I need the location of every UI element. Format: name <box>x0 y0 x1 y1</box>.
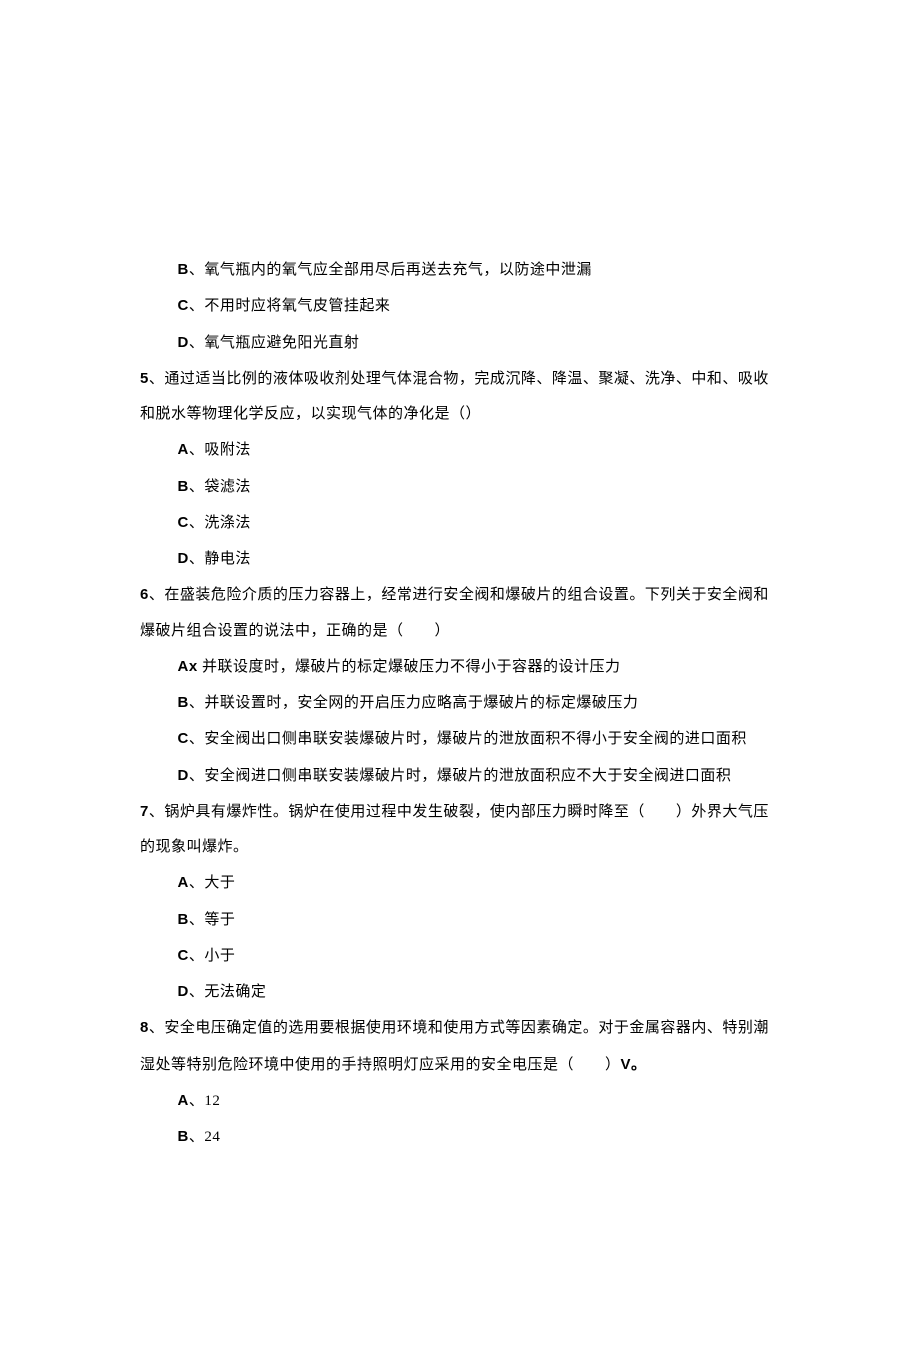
q8-option-b: B、24 <box>140 1119 780 1155</box>
option-text: 、静电法 <box>189 551 251 567</box>
option-text: 、无法确定 <box>189 984 267 1000</box>
option-text: 、洗涤法 <box>189 515 251 531</box>
q4-option-b: B、氧气瓶内的氧气应全部用尽后再送去充气，以防途中泄漏 <box>140 252 780 288</box>
q6-option-d: D、安全阀进口侧串联安装爆破片时，爆破片的泄放面积应不大于安全阀进口面积 <box>140 758 780 794</box>
option-letter: A <box>178 441 189 458</box>
option-letter: D <box>178 767 189 784</box>
q7-option-a: A、大于 <box>140 865 780 901</box>
question-text: 、在盛装危险介质的压力容器上，经常进行安全阀和爆破片的组合设置。下列关于安全阀和… <box>140 587 769 638</box>
q5-option-a: A、吸附法 <box>140 432 780 468</box>
option-letter: D <box>178 550 189 567</box>
option-text: 、小于 <box>189 948 236 964</box>
question-text: 、通过适当比例的液体吸收剂处理气体混合物，完成沉降、降温、聚凝、洗净、中和、吸收… <box>140 371 769 422</box>
option-text: 、24 <box>189 1129 221 1145</box>
question-text: 、锅炉具有爆炸性。锅炉在使用过程中发生破裂，使内部压力瞬时降至（ ）外界大气压的… <box>140 804 769 855</box>
q6-option-c: C、安全阀出口侧串联安装爆破片时，爆破片的泄放面积不得小于安全阀的进口面积 <box>140 721 780 757</box>
option-letter: C <box>178 730 189 747</box>
option-letter: D <box>178 983 189 1000</box>
option-text: 、氧气瓶应避免阳光直射 <box>189 335 360 351</box>
option-letter: Ax <box>178 658 198 675</box>
option-letter: B <box>178 261 189 278</box>
q8-option-a: A、12 <box>140 1083 780 1119</box>
q7-option-d: D、无法确定 <box>140 974 780 1010</box>
option-letter: C <box>178 514 189 531</box>
option-text: 、12 <box>189 1093 221 1109</box>
q6-option-a: Ax 并联设度时，爆破片的标定爆破压力不得小于容器的设计压力 <box>140 649 780 685</box>
option-text: 、氧气瓶内的氧气应全部用尽后再送去充气，以防途中泄漏 <box>189 262 592 278</box>
question-number: 7 <box>140 803 149 820</box>
option-letter: D <box>178 334 189 351</box>
q5-option-c: C、洗涤法 <box>140 505 780 541</box>
option-text: 、安全阀进口侧串联安装爆破片时，爆破片的泄放面积应不大于安全阀进口面积 <box>189 768 732 784</box>
option-letter: B <box>178 478 189 495</box>
question-number: 8 <box>140 1019 149 1036</box>
q7-option-b: B、等于 <box>140 902 780 938</box>
option-text: 并联设度时，爆破片的标定爆破压力不得小于容器的设计压力 <box>198 659 621 675</box>
option-letter: A <box>178 1092 189 1109</box>
option-letter: B <box>178 1128 189 1145</box>
option-letter: B <box>178 694 189 711</box>
q6-option-b: B、并联设置时，安全网的开启压力应略高于爆破片的标定爆破压力 <box>140 685 780 721</box>
option-text: 、安全阀出口侧串联安装爆破片时，爆破片的泄放面积不得小于安全阀的进口面积 <box>189 731 747 747</box>
question-number: 5 <box>140 370 149 387</box>
q7-stem: 7、锅炉具有爆炸性。锅炉在使用过程中发生破裂，使内部压力瞬时降至（ ）外界大气压… <box>140 794 780 866</box>
question-number: 6 <box>140 586 149 603</box>
option-letter: C <box>178 297 189 314</box>
document-page: B、氧气瓶内的氧气应全部用尽后再送去充气，以防途中泄漏 C、不用时应将氧气皮管挂… <box>0 0 920 1355</box>
option-letter: B <box>178 911 189 928</box>
q4-option-d: D、氧气瓶应避免阳光直射 <box>140 325 780 361</box>
q5-option-d: D、静电法 <box>140 541 780 577</box>
q5-option-b: B、袋滤法 <box>140 469 780 505</box>
option-text: 、等于 <box>189 912 236 928</box>
option-text: 、吸附法 <box>189 442 251 458</box>
option-letter: A <box>178 874 189 891</box>
q5-stem: 5、通过适当比例的液体吸收剂处理气体混合物，完成沉降、降温、聚凝、洗净、中和、吸… <box>140 361 780 433</box>
unit-text: V。 <box>621 1056 647 1073</box>
option-text: 、不用时应将氧气皮管挂起来 <box>189 298 391 314</box>
q6-stem: 6、在盛装危险介质的压力容器上，经常进行安全阀和爆破片的组合设置。下列关于安全阀… <box>140 577 780 649</box>
option-text: 、袋滤法 <box>189 479 251 495</box>
option-text: 、大于 <box>189 875 236 891</box>
question-text: 、安全电压确定值的选用要根据使用环境和使用方式等因素确定。对于金属容器内、特别潮… <box>140 1020 769 1072</box>
option-text: 、并联设置时，安全网的开启压力应略高于爆破片的标定爆破压力 <box>189 695 639 711</box>
option-letter: C <box>178 947 189 964</box>
q7-option-c: C、小于 <box>140 938 780 974</box>
q4-option-c: C、不用时应将氧气皮管挂起来 <box>140 288 780 324</box>
q8-stem: 8、安全电压确定值的选用要根据使用环境和使用方式等因素确定。对于金属容器内、特别… <box>140 1010 780 1083</box>
